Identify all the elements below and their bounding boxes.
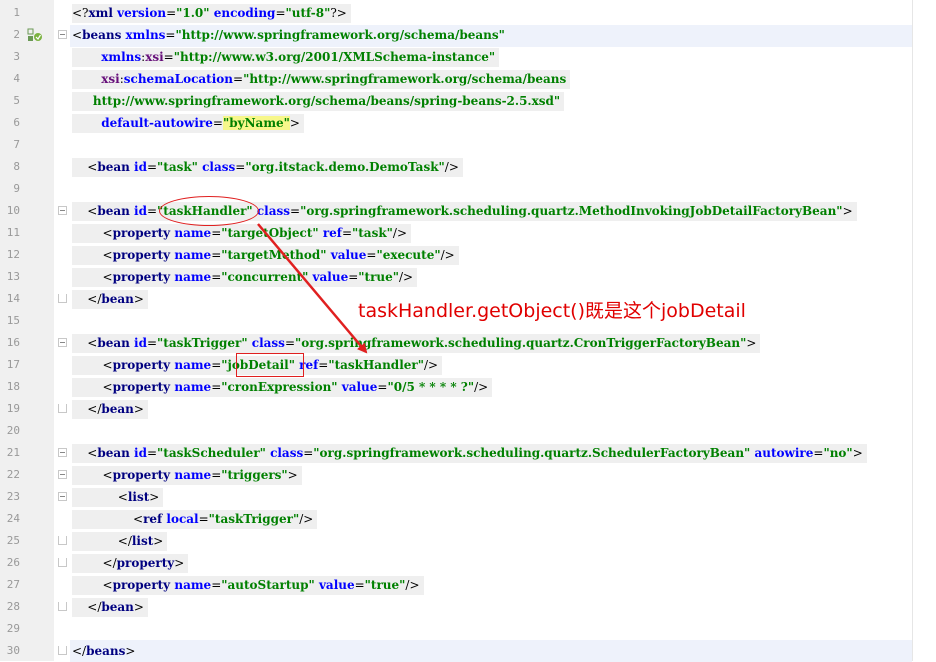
annotation-text: taskHandler.getObject()既是这个jobDetail xyxy=(358,300,746,322)
annotation-arrow xyxy=(257,223,368,354)
